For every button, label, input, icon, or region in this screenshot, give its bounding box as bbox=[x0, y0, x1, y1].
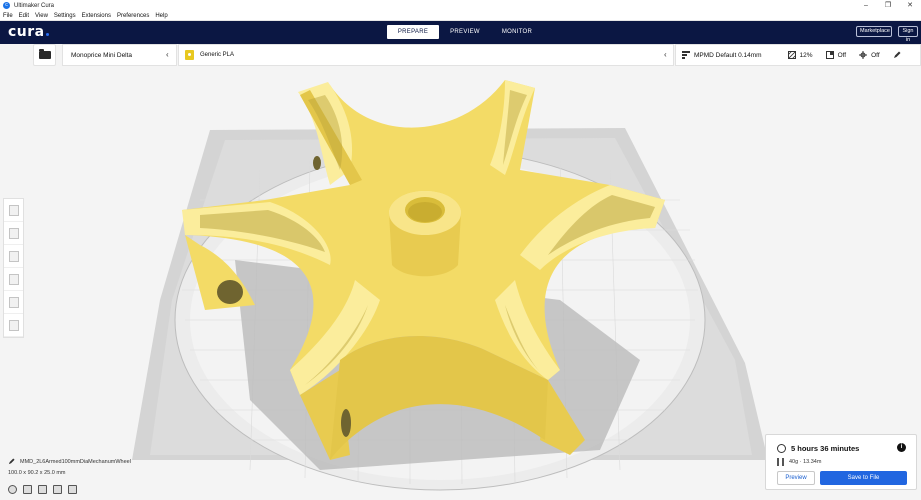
profile-name: MPMD Default 0.14mm bbox=[694, 51, 762, 59]
front-view-button[interactable] bbox=[23, 485, 32, 494]
view-orientation-buttons bbox=[8, 485, 83, 494]
move-icon bbox=[8, 204, 19, 216]
sign-in-button[interactable]: Sign in bbox=[898, 26, 918, 43]
profile-item: MPMD Default 0.14mm bbox=[682, 51, 762, 59]
close-button[interactable]: ✕ bbox=[899, 0, 921, 11]
object-dimensions: 100.0 x 90.2 x 25.0 mm bbox=[8, 470, 66, 476]
per-model-settings-icon bbox=[8, 296, 19, 308]
support-value: Off bbox=[837, 51, 847, 59]
support-blocker-icon bbox=[8, 319, 19, 331]
mirror-icon bbox=[8, 273, 19, 285]
object-name-row: MMD_2L6Armed100mmDiaMechanumWheel bbox=[8, 458, 131, 465]
object-name: MMD_2L6Armed100mmDiaMechanumWheel bbox=[20, 458, 131, 465]
scale-icon bbox=[8, 227, 19, 239]
tab-prepare[interactable]: PREPARE bbox=[387, 25, 439, 39]
adhesion-item: Off bbox=[859, 51, 880, 59]
window-title: Ultimaker Cura bbox=[14, 2, 55, 9]
support-item: Off bbox=[825, 51, 847, 59]
clock-icon bbox=[777, 444, 786, 453]
material-usage: 40g · 13.34m bbox=[789, 459, 822, 465]
material-usage-row: 40g · 13.34m bbox=[777, 458, 821, 466]
rotate-tool-button[interactable] bbox=[4, 245, 23, 268]
title-bar: c Ultimaker Cura – ❐ ✕ bbox=[0, 0, 921, 11]
chevron-left-icon: ‹ bbox=[664, 50, 667, 59]
right-view-button[interactable] bbox=[68, 485, 77, 494]
stage-tabs: PREPARE PREVIEW MONITOR bbox=[387, 25, 543, 39]
cura-logo: cura bbox=[8, 24, 49, 40]
material-name: Generic PLA bbox=[200, 52, 235, 58]
info-icon[interactable]: i bbox=[897, 443, 906, 452]
prepare-toolbar: Monoprice Mini Delta ‹ Generic PLA ‹ MPM… bbox=[0, 44, 921, 66]
print-time: 5 hours 36 minutes bbox=[791, 444, 860, 453]
infill-icon bbox=[787, 50, 796, 60]
folder-icon bbox=[38, 49, 51, 59]
scale-tool-button[interactable] bbox=[4, 222, 23, 245]
menu-preferences[interactable]: Preferences bbox=[117, 13, 149, 19]
menu-edit[interactable]: Edit bbox=[19, 13, 29, 19]
move-tool-button[interactable] bbox=[4, 199, 23, 222]
main-header: cura PREPARE PREVIEW MONITOR Marketplace… bbox=[0, 21, 921, 44]
print-time-row: 5 hours 36 minutes bbox=[777, 444, 859, 453]
left-tool-panel bbox=[3, 198, 24, 338]
minimize-button[interactable]: – bbox=[855, 0, 877, 11]
printer-selector[interactable]: Monoprice Mini Delta ‹ bbox=[62, 44, 177, 66]
menu-file[interactable]: File bbox=[3, 13, 13, 19]
support-icon bbox=[825, 51, 834, 59]
profile-icon bbox=[682, 51, 690, 59]
cura-app-icon: c bbox=[3, 2, 10, 9]
adhesion-value: Off bbox=[871, 51, 880, 59]
tab-preview[interactable]: PREVIEW bbox=[439, 25, 491, 39]
pencil-icon[interactable] bbox=[893, 51, 901, 59]
menu-help[interactable]: Help bbox=[155, 13, 167, 19]
tab-monitor[interactable]: MONITOR bbox=[491, 25, 543, 39]
infill-value: 12% bbox=[799, 51, 813, 59]
save-to-file-button[interactable]: Save to File bbox=[820, 471, 907, 485]
menu-extensions[interactable]: Extensions bbox=[82, 13, 111, 19]
left-view-button[interactable] bbox=[53, 485, 62, 494]
window-controls: – ❐ ✕ bbox=[855, 0, 921, 11]
per-model-settings-button[interactable] bbox=[4, 291, 23, 314]
infill-item: 12% bbox=[787, 50, 813, 60]
rotate-icon bbox=[8, 250, 19, 262]
print-info-panel: 5 hours 36 minutes i 40g · 13.34m Previe… bbox=[765, 434, 917, 490]
adhesion-icon bbox=[859, 51, 868, 59]
open-file-button[interactable] bbox=[33, 44, 56, 66]
edit-name-icon[interactable] bbox=[8, 458, 15, 465]
menu-settings[interactable]: Settings bbox=[54, 13, 76, 19]
maximize-button[interactable]: ❐ bbox=[877, 0, 899, 11]
menu-view[interactable]: View bbox=[35, 13, 48, 19]
top-view-button[interactable] bbox=[38, 485, 47, 494]
printer-name: Monoprice Mini Delta bbox=[71, 51, 133, 59]
logo-text: cura bbox=[8, 24, 45, 40]
object-info: MMD_2L6Armed100mmDiaMechanumWheel 100.0 … bbox=[8, 458, 131, 476]
extruder-icon bbox=[185, 50, 194, 60]
preview-button[interactable]: Preview bbox=[777, 471, 815, 485]
3d-view-button[interactable] bbox=[8, 485, 17, 494]
spool-icon bbox=[777, 458, 784, 466]
logo-dot bbox=[45, 33, 49, 36]
support-blocker-button[interactable] bbox=[4, 314, 23, 337]
marketplace-button[interactable]: Marketplace bbox=[856, 26, 892, 37]
print-settings-selector[interactable]: MPMD Default 0.14mm 12% Off Off bbox=[675, 44, 921, 66]
chevron-left-icon: ‹ bbox=[166, 50, 169, 59]
menu-bar: File Edit View Settings Extensions Prefe… bbox=[0, 11, 921, 21]
material-selector[interactable]: Generic PLA ‹ bbox=[178, 44, 674, 66]
mirror-tool-button[interactable] bbox=[4, 268, 23, 291]
